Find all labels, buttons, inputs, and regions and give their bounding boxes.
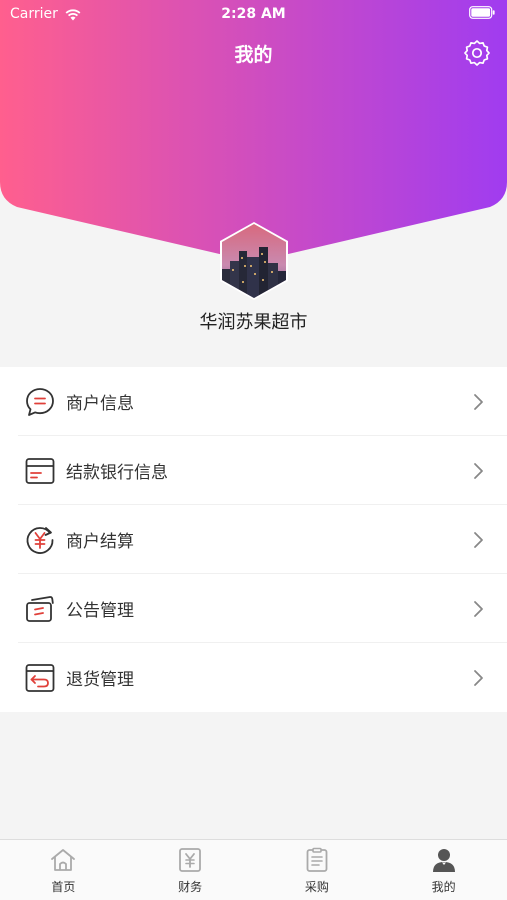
tab-purchase[interactable]: 采购 xyxy=(254,840,381,900)
page-title: 我的 xyxy=(234,44,273,66)
chevron-right-icon xyxy=(474,670,483,686)
gear-icon[interactable] xyxy=(463,39,491,67)
menu-item-label: 商户结算 xyxy=(66,532,134,552)
return-box-icon xyxy=(25,663,55,692)
chat-bubble-icon xyxy=(26,387,54,416)
menu-list: 商户信息 结款银行信息 商户结算 公告管理 退货管理 xyxy=(0,367,507,712)
avatar[interactable] xyxy=(218,221,290,301)
status-bar: Carrier 2:28 AM xyxy=(0,0,507,28)
bank-card-icon xyxy=(25,457,55,484)
menu-item-label: 退货管理 xyxy=(66,670,134,690)
store-name: 华润苏果超市 xyxy=(199,312,308,333)
menu-item-label: 结款银行信息 xyxy=(66,463,168,483)
notice-card-icon xyxy=(26,595,54,622)
menu-item-notice[interactable]: 公告管理 xyxy=(0,574,507,643)
chevron-right-icon xyxy=(474,601,483,617)
tab-home[interactable]: 首页 xyxy=(0,840,127,900)
user-icon xyxy=(432,849,455,872)
tab-label: 我的 xyxy=(431,880,456,894)
tab-label: 采购 xyxy=(304,880,329,894)
tab-label: 财务 xyxy=(178,880,203,894)
menu-item-label: 公告管理 xyxy=(66,601,134,621)
tab-finance[interactable]: 财务 xyxy=(127,840,254,900)
finance-icon xyxy=(179,848,202,872)
purchase-icon xyxy=(306,847,328,872)
menu-item-label: 商户信息 xyxy=(66,394,134,414)
menu-item-settlement[interactable]: 商户结算 xyxy=(0,505,507,574)
chevron-right-icon xyxy=(474,394,483,410)
tab-bar: 首页 财务 采购 我的 xyxy=(0,839,507,900)
home-icon xyxy=(51,849,76,871)
yuan-refresh-icon xyxy=(26,526,54,554)
menu-item-returns[interactable]: 退货管理 xyxy=(0,643,507,712)
battery-icon xyxy=(469,6,495,19)
tab-label: 首页 xyxy=(51,880,76,894)
menu-item-merchant-info[interactable]: 商户信息 xyxy=(0,367,507,436)
status-time: 2:28 AM xyxy=(221,6,286,22)
tab-mine[interactable]: 我的 xyxy=(380,840,507,900)
chevron-right-icon xyxy=(474,532,483,548)
chevron-right-icon xyxy=(474,463,483,479)
menu-item-bank-info[interactable]: 结款银行信息 xyxy=(0,436,507,505)
